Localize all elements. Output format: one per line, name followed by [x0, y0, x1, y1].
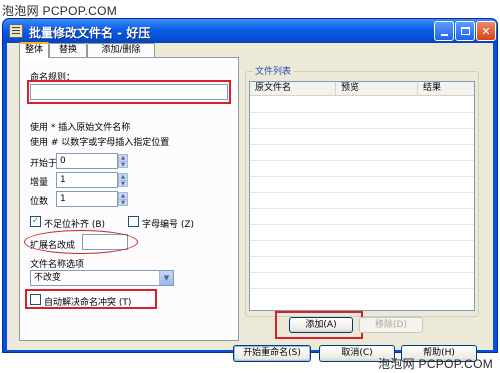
list-row-line [250, 256, 474, 257]
stepper-down-icon[interactable]: ▼ [119, 161, 127, 168]
minimize-icon [440, 33, 448, 36]
file-list-header: 原文件名 预览 结果 [250, 82, 474, 96]
start-label: 开始于 [30, 159, 58, 169]
name-option-value: 不改变 [34, 273, 62, 283]
dialog-body: 整体 替换 添加/删除 命名规则： 使用 * 插入原始文件名称 使用 # 以数字… [7, 42, 493, 362]
list-row-line [250, 240, 474, 241]
close-icon: ✕ [481, 24, 491, 38]
list-row-line [250, 224, 474, 225]
pad-zero-checkbox[interactable]: ✓ [30, 216, 41, 227]
tab-overall[interactable]: 整体 [19, 42, 49, 58]
tab-add-delete[interactable]: 添加/删除 [87, 43, 155, 57]
stepper-down-icon[interactable]: ▼ [119, 180, 127, 187]
increment-label: 增量 [30, 178, 49, 188]
start-input[interactable]: 0 [56, 153, 118, 169]
letter-number-label: 字母编号 (Z) [142, 220, 195, 230]
list-row-line [250, 144, 474, 145]
close-button[interactable]: ✕ [476, 21, 496, 41]
column-result[interactable]: 结果 [418, 82, 474, 96]
column-preview[interactable]: 预览 [336, 82, 418, 96]
start-rename-button[interactable]: 开始重命名(S) [233, 345, 311, 362]
list-row-line [250, 160, 474, 161]
file-list-title: 文件列表 [253, 64, 294, 77]
pad-zero-label: 不足位补齐 (B) [44, 220, 106, 230]
stepper-down-icon[interactable]: ▼ [119, 199, 127, 206]
list-row-line [250, 176, 474, 177]
title-bar[interactable]: 批量修改文件名 - 好压 ✕ [3, 19, 497, 43]
tab-replace[interactable]: 替换 [49, 43, 87, 57]
column-original-name[interactable]: 原文件名 [250, 82, 336, 96]
list-row-line [250, 208, 474, 209]
tab-panel-overall: 命名规则： 使用 * 插入原始文件名称 使用 # 以数字或字母插入指定位置 开始… [19, 57, 239, 341]
start-stepper[interactable]: ▲ ▼ [118, 154, 128, 168]
list-row-line [250, 272, 474, 273]
watermark-top: 泡泡网 PCPOP.COM [2, 4, 118, 18]
list-row-line [250, 112, 474, 113]
highlight-auto-resolve [25, 289, 157, 309]
letter-number-checkbox[interactable] [128, 216, 139, 227]
chevron-down-icon[interactable]: ▼ [159, 271, 173, 285]
increment-stepper[interactable]: ▲ ▼ [118, 173, 128, 187]
highlight-add-button [275, 311, 363, 339]
digits-input[interactable]: 1 [56, 191, 118, 207]
remove-button[interactable]: 移除(D) [359, 317, 423, 333]
highlight-rule-input [27, 80, 231, 104]
list-row-line [250, 128, 474, 129]
list-row-line [250, 192, 474, 193]
digits-label: 位数 [30, 197, 49, 207]
increment-input[interactable]: 1 [56, 172, 118, 188]
name-option-label: 文件名称选项 [30, 260, 85, 270]
file-list-view[interactable]: 原文件名 预览 结果 [249, 81, 475, 311]
rename-dialog: 批量修改文件名 - 好压 ✕ 整体 替换 添加/删除 命名规则： 使用 * 插入… [2, 18, 498, 362]
watermark-bottom: 泡泡网 PCPOP.COM [378, 357, 494, 371]
maximize-icon [460, 27, 470, 35]
rule-hint-hash: 使用 # 以数字或字母插入指定位置 [30, 138, 170, 148]
name-option-select[interactable]: 不改变 ▼ [30, 270, 174, 286]
list-row-line [250, 288, 474, 289]
rule-hint-asterisk: 使用 * 插入原始文件名称 [30, 123, 131, 133]
window-title: 批量修改文件名 - 好压 [29, 26, 151, 40]
highlight-extension [24, 230, 138, 254]
digits-stepper[interactable]: ▲ ▼ [118, 192, 128, 206]
minimize-button[interactable] [434, 21, 454, 41]
app-icon [9, 24, 23, 38]
maximize-button[interactable] [455, 21, 475, 41]
